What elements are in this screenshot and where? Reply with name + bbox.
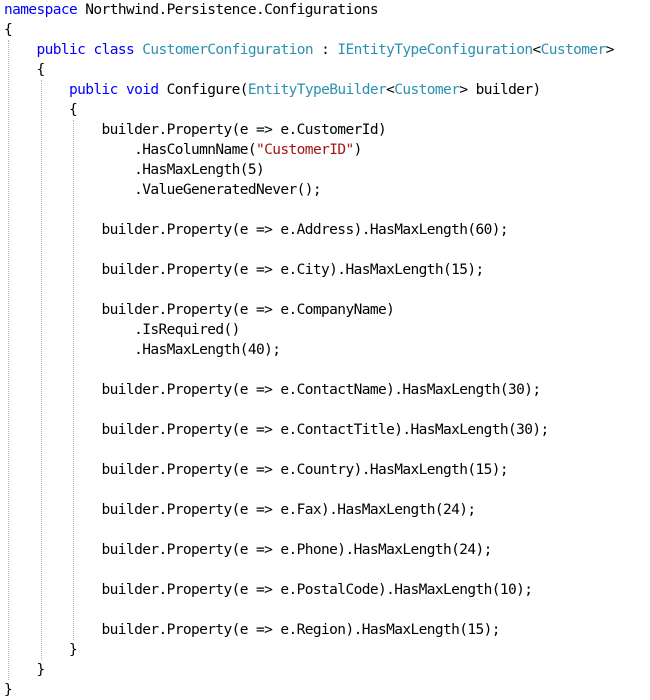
code-line: public class CustomerConfiguration : IEn…	[36, 40, 615, 60]
code-token-plain: builder.Property(e => e.Address).HasMaxL…	[101, 222, 509, 238]
code-token-type: IEntityTypeConfiguration	[337, 42, 533, 58]
code-token-type: Customer	[394, 82, 460, 98]
code-token-plain: Northwind.Persistence.Configurations	[77, 2, 378, 18]
code-token-plain: .HasMaxLength(5)	[134, 162, 265, 178]
code-token-plain: builder.Property(e => e.Fax).HasMaxLengt…	[101, 502, 477, 518]
code-token-plain: {	[4, 22, 13, 38]
code-token-plain: > builder)	[459, 82, 541, 98]
code-token-plain: }	[69, 642, 78, 658]
code-line: }	[69, 640, 78, 660]
code-line: }	[36, 660, 46, 680]
code-line: public void Configure(EntityTypeBuilder<…	[69, 80, 541, 100]
code-line: .HasMaxLength(40);	[134, 340, 281, 360]
code-editor[interactable]: namespace Northwind.Persistence.Configur…	[0, 0, 650, 700]
code-token-keyword: public	[69, 82, 118, 98]
code-token-plain: >	[605, 42, 615, 58]
code-token-type: EntityTypeBuilder	[247, 82, 387, 98]
code-line: builder.Property(e => e.Fax).HasMaxLengt…	[101, 500, 477, 520]
code-token-plain: {	[69, 102, 78, 118]
code-token-plain: <	[532, 42, 541, 58]
code-token-plain: :	[312, 42, 338, 58]
code-token-plain: builder.Property(e => e.City).HasMaxLeng…	[101, 262, 485, 278]
code-line: builder.Property(e => e.PostalCode).HasM…	[102, 580, 533, 600]
code-line: {	[69, 100, 78, 120]
code-line: builder.Property(e => e.ContactName).Has…	[101, 380, 542, 400]
code-line: .IsRequired()	[134, 320, 240, 340]
code-token-type: Customer	[540, 42, 607, 58]
code-token-plain: builder.Property(e => e.ContactTitle).Ha…	[101, 422, 550, 438]
indent-guide	[8, 40, 9, 680]
code-token-plain: builder.Property(e => e.Region).HasMaxLe…	[101, 622, 501, 638]
code-token-plain: builder.Property(e => e.CompanyName)	[101, 302, 395, 318]
code-line: .HasMaxLength(5)	[134, 160, 265, 180]
code-line: builder.Property(e => e.CompanyName)	[102, 300, 395, 320]
code-line: builder.Property(e => e.Phone).HasMaxLen…	[101, 540, 493, 560]
code-token-plain: .HasColumnName(	[134, 142, 257, 158]
code-token-plain: }	[36, 662, 46, 678]
code-token-keyword: class	[93, 42, 135, 58]
code-token-plain: .IsRequired()	[134, 322, 240, 338]
code-line: builder.Property(e => e.Region).HasMaxLe…	[101, 620, 501, 640]
code-token-plain: builder.Property(e => e.CustomerId)	[101, 122, 387, 138]
code-line: builder.Property(e => e.City).HasMaxLeng…	[101, 260, 485, 280]
code-token-plain: builder.Property(e => e.ContactName).Has…	[101, 382, 542, 398]
code-token-keyword: void	[125, 82, 159, 98]
indent-guide	[41, 80, 42, 660]
code-token-keyword: public	[36, 42, 86, 58]
code-token-plain: builder.Property(e => e.Phone).HasMaxLen…	[101, 542, 493, 558]
code-token-plain: .HasMaxLength(40);	[134, 342, 281, 358]
code-line: .ValueGeneratedNever();	[134, 180, 322, 200]
code-line: builder.Property(e => e.Country).HasMaxL…	[102, 460, 509, 480]
code-line: {	[36, 60, 46, 80]
code-line: builder.Property(e => e.ContactTitle).Ha…	[101, 420, 550, 440]
code-line: builder.Property(e => e.Address).HasMaxL…	[102, 220, 509, 240]
code-token-keyword: namespace	[4, 2, 78, 18]
code-token-plain: }	[4, 682, 13, 698]
code-token-plain: {	[36, 62, 46, 78]
code-line: namespace Northwind.Persistence.Configur…	[4, 0, 379, 20]
code-token-plain: builder.Property(e => e.Country).HasMaxL…	[101, 462, 509, 478]
code-line: {	[4, 20, 13, 40]
code-token-plain: builder.Property(e => e.PostalCode).HasM…	[101, 582, 533, 598]
indent-guide	[73, 120, 74, 640]
code-token-plain: Configure(	[158, 82, 249, 98]
code-line: builder.Property(e => e.CustomerId)	[102, 120, 387, 140]
code-token-type: CustomerConfiguration	[142, 42, 313, 58]
code-token-plain: )	[353, 142, 363, 158]
code-token-plain: .ValueGeneratedNever();	[134, 182, 322, 198]
code-token-string: "CustomerID"	[256, 142, 354, 158]
code-line: }	[4, 680, 13, 700]
code-line: .HasColumnName("CustomerID")	[134, 140, 362, 160]
